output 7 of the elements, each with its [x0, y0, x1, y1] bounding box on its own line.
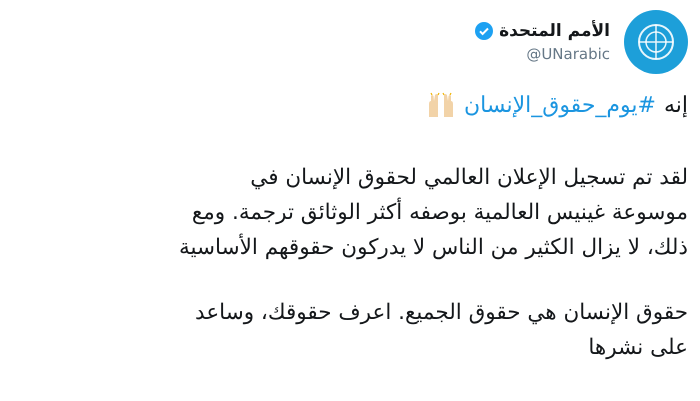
- tweet-paragraph: حقوق الإنسان هي حقوق الجميع. اعرف حقوقك، وساعد على نشرها: [194, 299, 688, 362]
- tweet-paragraph: لقد تم تسجيل الإعلان العالمي لحقوق الإنسان في موسوعة غينيس العالمية بوصفه أكثر الوثائق ترجمة. ومع ذلك، لا يزال الكثير من الناس لا يدركون حقوقهم الأساسية: [178, 164, 688, 262]
- avatar-icon: [624, 10, 688, 74]
- account-name[interactable]: الأمم المتحدة: [499, 21, 610, 41]
- hashtag-link[interactable]: #يوم_حقوق_الإنسان: [464, 92, 656, 118]
- account-handle[interactable]: @UNarabic: [526, 45, 610, 63]
- headline-text: إنه: [664, 92, 688, 118]
